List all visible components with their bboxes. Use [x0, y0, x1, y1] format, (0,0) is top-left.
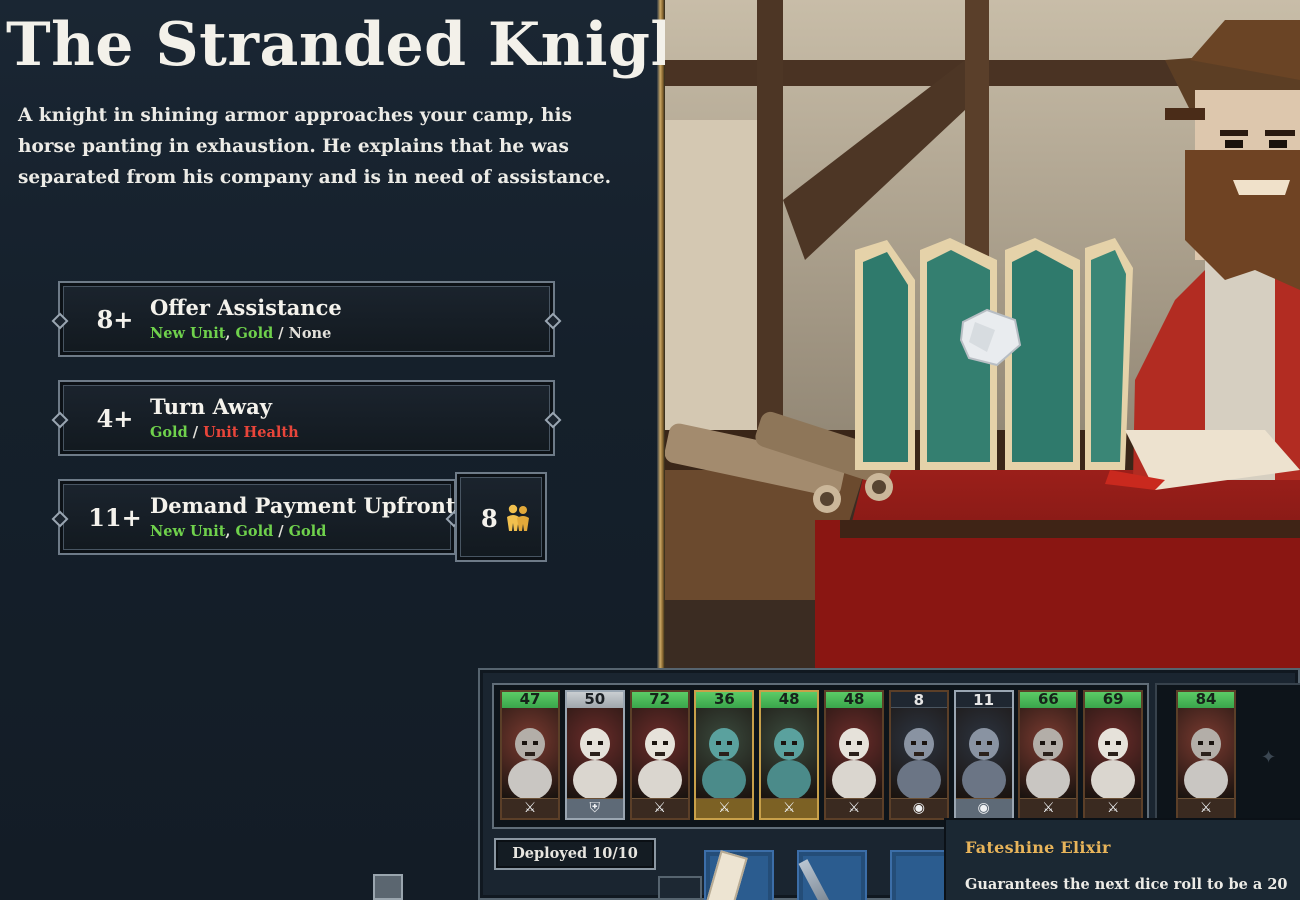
unit-card[interactable]: 69 ⚔	[1083, 690, 1144, 820]
choice-label: Turn Away	[150, 394, 272, 419]
outcome-neutral: ,	[225, 325, 236, 342]
wolf-portrait	[953, 708, 1014, 798]
event-description: A knight in shining armor approaches you…	[18, 105, 612, 188]
unit-card[interactable]: 11 ◉	[953, 690, 1014, 820]
unit-health: 47	[500, 690, 560, 708]
unit-health: 48	[759, 690, 820, 708]
lantern-item-icon	[373, 874, 403, 900]
cost-box[interactable]: 8	[455, 472, 547, 562]
outcome-good: New Unit	[150, 325, 226, 342]
sword-icon: ⚔	[500, 798, 560, 820]
sword-icon: ⚔	[694, 798, 755, 820]
unit-card[interactable]: 66 ⚔	[1018, 690, 1079, 820]
skeleton-portrait	[629, 708, 690, 798]
sword-icon: ⚔	[1083, 798, 1144, 820]
sword-icon: ⚔	[759, 798, 820, 820]
unit-health: 11	[953, 690, 1014, 709]
outcome-neutral: None	[288, 325, 332, 342]
choice-demand-payment[interactable]: 11+ Demand Payment Upfront New Unit, Gol…	[58, 479, 456, 555]
wolf-portrait	[888, 708, 949, 798]
deployed-counter: Deployed 10/10	[494, 838, 656, 870]
choice-outcomes: Gold / Unit Health	[150, 424, 299, 441]
roll-requirement: 8+	[96, 305, 134, 334]
outcome-good: Gold	[235, 523, 274, 540]
unit-health: 84	[1176, 690, 1236, 708]
skeleton-portrait	[1083, 708, 1144, 798]
unit-card[interactable]: 48 ⚔	[824, 690, 884, 820]
event-title: The Stranded Knight	[6, 10, 723, 80]
sword-icon: ⚔	[629, 798, 690, 820]
roll-requirement: 4+	[96, 404, 134, 433]
boar-portrait	[500, 708, 560, 798]
unit-health: 48	[824, 690, 884, 708]
choice-label: Offer Assistance	[150, 295, 342, 320]
scene-illustration	[665, 0, 1300, 670]
ghoul-portrait	[694, 708, 755, 798]
choice-label: Demand Payment Upfront	[150, 493, 456, 518]
wolf-icon: ◉	[953, 798, 1014, 820]
wolf-icon: ◉	[888, 798, 949, 820]
tooltip-title: Fateshine Elixir	[965, 838, 1111, 857]
choice-turn-away[interactable]: 4+ Turn Away Gold / Unit Health	[58, 380, 555, 456]
outcome-good: Gold	[150, 424, 188, 441]
sword-icon: ⚔	[1176, 798, 1236, 820]
unit-health: 72	[629, 690, 690, 708]
unit-card[interactable]: 84 ⚔	[1176, 690, 1236, 820]
outcome-neutral: /	[273, 325, 289, 342]
outcome-neutral: /	[273, 523, 289, 540]
outcome-good: Gold	[235, 325, 274, 342]
boar-portrait	[1018, 708, 1079, 798]
outcome-neutral: /	[187, 424, 204, 441]
item-slot[interactable]	[658, 876, 702, 900]
tooltip-description: Guarantees the next dice roll to be a 20	[965, 876, 1288, 893]
unit-card[interactable]: 50 ⛨	[564, 690, 625, 820]
choice-outcomes: New Unit, Gold / None	[150, 325, 331, 342]
sword-icon: ⚔	[824, 798, 884, 820]
scene-artwork	[665, 0, 1300, 670]
unit-card[interactable]: 36 ⚔	[694, 690, 755, 820]
unit-card[interactable]: 8 ◉	[888, 690, 949, 820]
outcome-neutral: ,	[225, 523, 236, 540]
item-slot[interactable]	[890, 850, 950, 900]
roll-requirement: 11+	[88, 503, 142, 532]
outcome-good: Gold	[288, 523, 327, 540]
panel-divider	[657, 0, 665, 670]
choice-offer-assistance[interactable]: 8+ Offer Assistance New Unit, Gold / Non…	[58, 281, 555, 357]
unit-health: 8	[888, 690, 949, 709]
skeleton-portrait	[564, 708, 625, 798]
ghoul-portrait	[759, 708, 820, 798]
units-icon	[507, 504, 529, 531]
choice-outcomes: New Unit, Gold / Gold	[150, 523, 326, 540]
unit-health: 50	[564, 690, 625, 708]
skeleton-portrait	[824, 708, 884, 798]
item-tooltip: Fateshine Elixir Guarantees the next dic…	[944, 818, 1300, 900]
unit-health: 66	[1018, 690, 1079, 708]
cost-value: 8	[481, 504, 498, 533]
reserve-slot-add-icon[interactable]: ✦	[1261, 747, 1276, 768]
boar-portrait	[1176, 708, 1236, 798]
unit-health: 36	[694, 690, 755, 708]
unit-card[interactable]: 48 ⚔	[759, 690, 820, 820]
unit-card[interactable]: 47 ⚔	[500, 690, 560, 820]
sword-icon: ⚔	[1018, 798, 1079, 820]
unit-health: 69	[1083, 690, 1144, 708]
outcome-good: New Unit	[150, 523, 226, 540]
unit-card[interactable]: 72 ⚔	[629, 690, 690, 820]
outcome-bad: Unit Health	[203, 424, 299, 441]
shield-icon: ⛨	[564, 798, 625, 820]
